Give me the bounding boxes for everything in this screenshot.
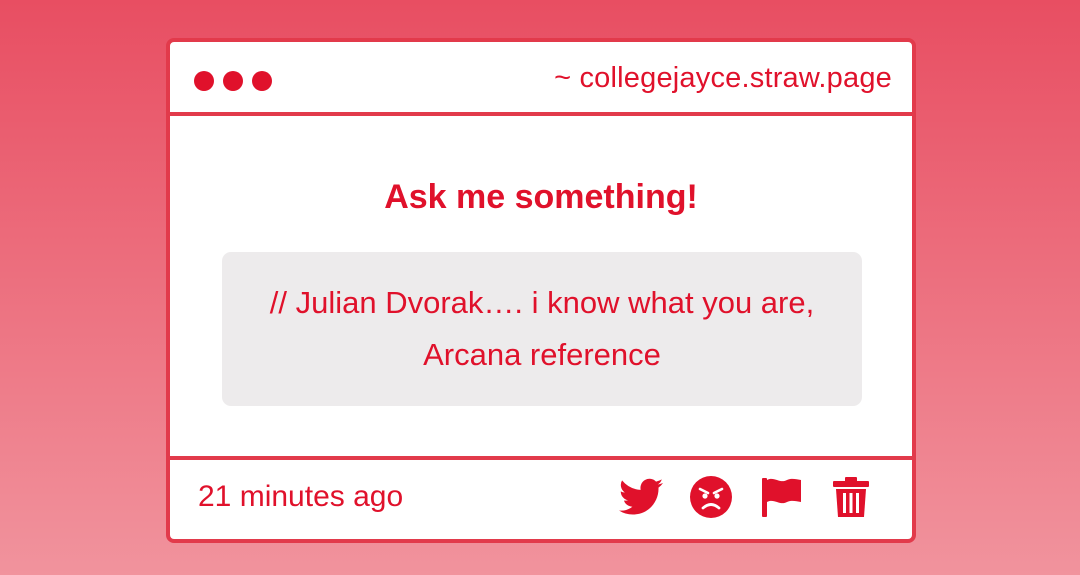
- timestamp: 21 minutes ago: [198, 480, 404, 513]
- share-twitter-button[interactable]: [618, 474, 664, 520]
- question-text: // Julian Dvorak…. i know what you are, …: [269, 285, 815, 372]
- question-box: // Julian Dvorak…. i know what you are, …: [222, 252, 862, 406]
- angry-face-icon: [690, 476, 732, 518]
- window-dot: [223, 71, 243, 91]
- page-url: ~ collegejayce.straw.page: [554, 62, 892, 94]
- window-dots: [194, 71, 272, 91]
- question-card: ~ collegejayce.straw.page Ask me somethi…: [166, 38, 916, 543]
- page-title: Ask me something!: [384, 178, 698, 216]
- report-angry-button[interactable]: [688, 474, 734, 520]
- card-body: Ask me something! // Julian Dvorak…. i k…: [170, 120, 912, 456]
- twitter-icon: [619, 478, 663, 515]
- action-bar: [618, 474, 874, 520]
- flag-icon: [762, 478, 801, 517]
- trash-icon: [833, 477, 869, 517]
- delete-button[interactable]: [828, 474, 874, 520]
- card-footer: 21 minutes ago: [170, 456, 912, 539]
- window-titlebar: ~ collegejayce.straw.page: [170, 42, 912, 116]
- window-dot: [194, 71, 214, 91]
- window-dot: [252, 71, 272, 91]
- flag-button[interactable]: [758, 474, 804, 520]
